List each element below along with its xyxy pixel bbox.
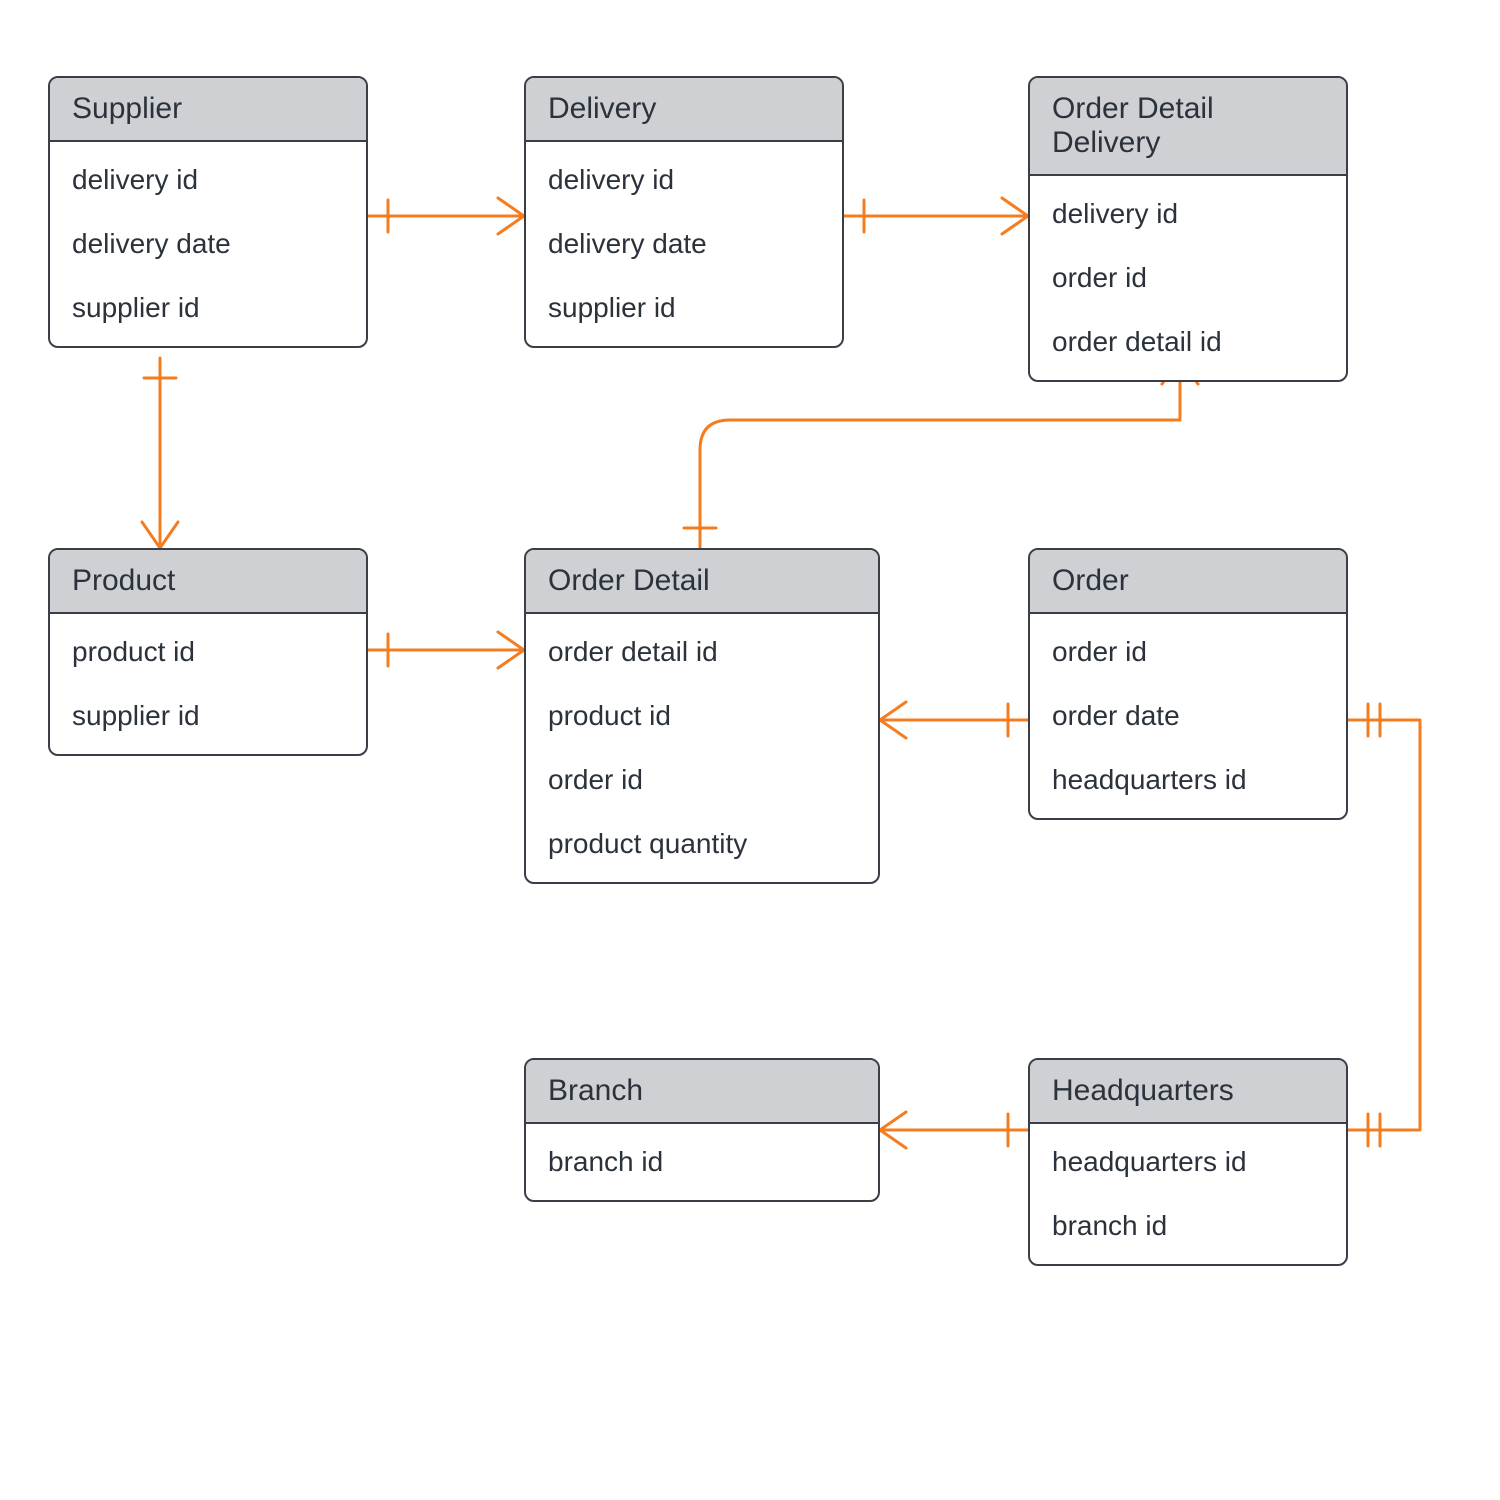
entity-attr: order detail id (1030, 310, 1346, 374)
entity-attributes: order id order date headquarters id (1030, 614, 1346, 818)
entity-attr: supplier id (526, 276, 842, 340)
entity-attributes: delivery id delivery date supplier id (50, 142, 366, 346)
entity-attr: branch id (1030, 1194, 1346, 1258)
entity-title: Branch (526, 1060, 878, 1124)
entity-title: Product (50, 550, 366, 614)
entity-attr: product quantity (526, 812, 878, 876)
entity-title: Order Detail (526, 550, 878, 614)
entity-attr: headquarters id (1030, 748, 1346, 812)
entity-product[interactable]: Product product id supplier id (48, 548, 368, 756)
entity-title: Order (1030, 550, 1346, 614)
entity-attr: supplier id (50, 276, 366, 340)
entity-attr: headquarters id (1030, 1130, 1346, 1194)
entity-attributes: product id supplier id (50, 614, 366, 754)
entity-attr: order id (1030, 246, 1346, 310)
entity-attr: product id (50, 620, 366, 684)
entity-order-detail-delivery[interactable]: Order Detail Delivery delivery id order … (1028, 76, 1348, 382)
entity-order-detail[interactable]: Order Detail order detail id product id … (524, 548, 880, 884)
entity-attr: delivery date (50, 212, 366, 276)
entity-attr: order date (1030, 684, 1346, 748)
entity-attr: supplier id (50, 684, 366, 748)
entity-headquarters[interactable]: Headquarters headquarters id branch id (1028, 1058, 1348, 1266)
entity-attr: order id (526, 748, 878, 812)
entity-attributes: delivery id order id order detail id (1030, 176, 1346, 380)
entity-attributes: headquarters id branch id (1030, 1124, 1346, 1264)
entity-attr: product id (526, 684, 878, 748)
entity-attr: delivery id (526, 148, 842, 212)
entity-title: Delivery (526, 78, 842, 142)
entity-attributes: delivery id delivery date supplier id (526, 142, 842, 346)
entity-supplier[interactable]: Supplier delivery id delivery date suppl… (48, 76, 368, 348)
entity-attr: order id (1030, 620, 1346, 684)
entity-attr: order detail id (526, 620, 878, 684)
entity-order[interactable]: Order order id order date headquarters i… (1028, 548, 1348, 820)
entity-title: Headquarters (1030, 1060, 1346, 1124)
entity-branch[interactable]: Branch branch id (524, 1058, 880, 1202)
entity-title: Supplier (50, 78, 366, 142)
entity-attr: delivery date (526, 212, 842, 276)
er-diagram-canvas: Supplier delivery id delivery date suppl… (0, 0, 1500, 1500)
entity-title: Order Detail Delivery (1030, 78, 1346, 176)
entity-attr: branch id (526, 1130, 878, 1194)
entity-attr: delivery id (50, 148, 366, 212)
entity-attributes: order detail id product id order id prod… (526, 614, 878, 882)
entity-delivery[interactable]: Delivery delivery id delivery date suppl… (524, 76, 844, 348)
entity-attr: delivery id (1030, 182, 1346, 246)
entity-attributes: branch id (526, 1124, 878, 1200)
